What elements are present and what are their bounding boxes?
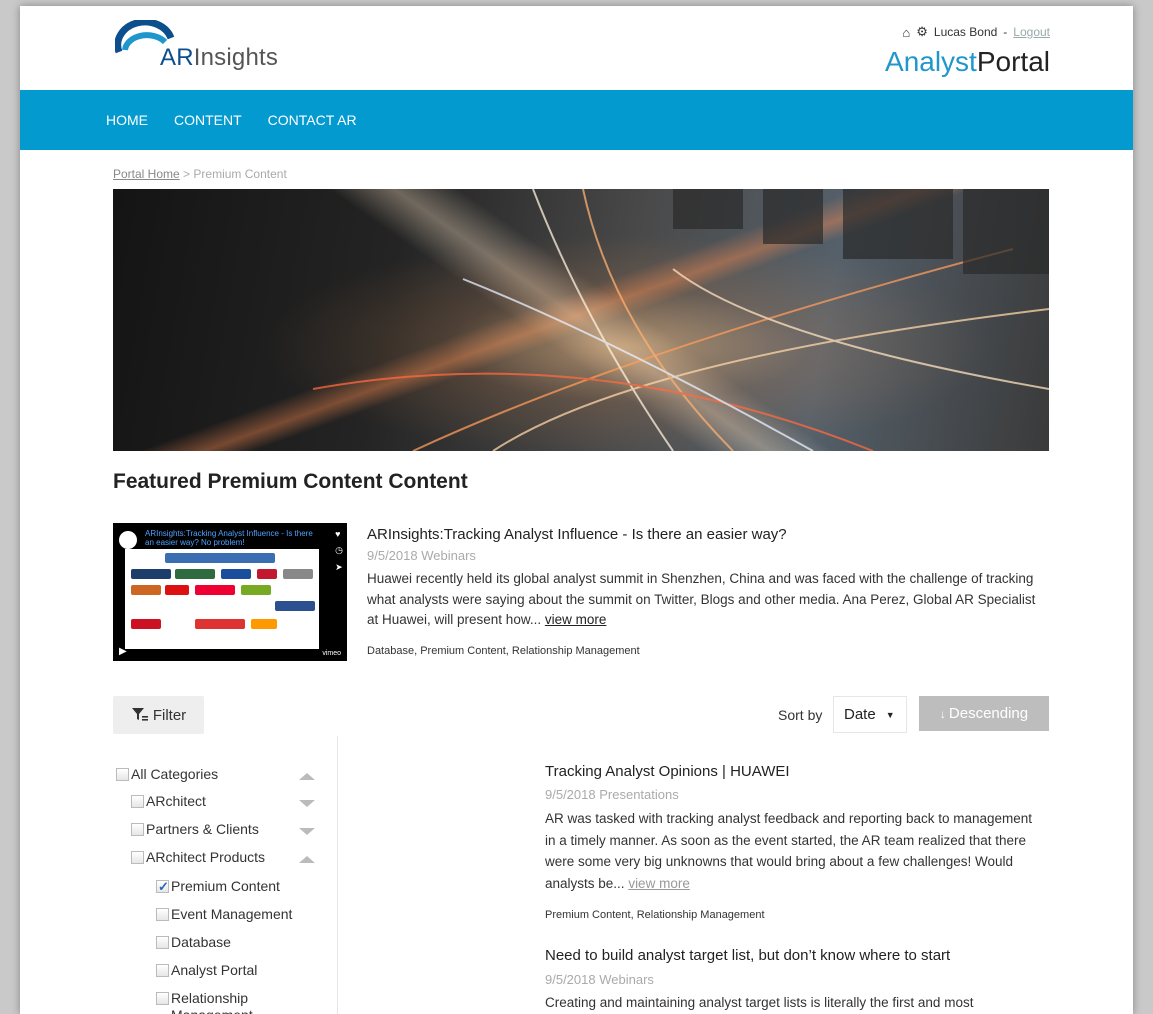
category-label: Database <box>171 934 231 950</box>
video-title[interactable]: ARInsights:Tracking Analyst Influence - … <box>145 529 315 547</box>
category-checkbox[interactable] <box>116 768 129 781</box>
collapse-icon[interactable] <box>299 856 315 863</box>
category-checkbox-checked[interactable] <box>156 878 169 895</box>
category-relationship-management[interactable]: Relationship Management <box>156 990 296 1014</box>
breadcrumb-current: Premium Content <box>193 167 287 181</box>
content-item-title[interactable]: Need to build analyst target list, but d… <box>545 947 950 964</box>
filter-icon <box>131 708 148 721</box>
content-item-description: AR was tasked with tracking analyst feed… <box>545 808 1045 894</box>
category-sidebar: All Categories ARchitect Partners & Clie… <box>113 736 338 1014</box>
category-partners-clients[interactable]: Partners & Clients <box>131 821 259 838</box>
portal-title-analyst: Analyst <box>885 46 977 77</box>
category-checkbox[interactable] <box>156 992 169 1005</box>
portal-title-portal: Portal <box>976 46 1050 77</box>
category-label: Partners & Clients <box>146 821 259 837</box>
user-name: Lucas Bond <box>933 25 998 39</box>
main-nav: HOME CONTENT CONTACT AR <box>20 90 1133 150</box>
breadcrumb: Portal Home > Premium Content <box>113 167 287 181</box>
caret-down-icon: ▼ <box>885 709 895 720</box>
heart-icon[interactable]: ♥ <box>335 529 343 539</box>
sort-by-label: Sort by <box>778 707 823 723</box>
content-item-meta: 9/5/2018 Webinars <box>545 972 654 987</box>
sort-select-value: Date <box>844 706 876 723</box>
collapse-icon[interactable] <box>299 773 315 780</box>
featured-item-title[interactable]: ARInsights:Tracking Analyst Influence - … <box>367 526 787 543</box>
content-item-meta: 9/5/2018 Presentations <box>545 787 679 802</box>
descending-label: Descending <box>948 705 1029 722</box>
category-checkbox[interactable] <box>156 964 169 977</box>
filter-label: Filter <box>152 706 187 724</box>
arrow-down-icon: ↓ <box>939 706 946 721</box>
video-preview-logos <box>125 549 319 649</box>
content-item-view-more-link[interactable]: view more <box>628 876 690 891</box>
category-label: Premium Content <box>171 878 280 894</box>
hero-banner-image <box>113 189 1049 451</box>
content-item-title[interactable]: Tracking Analyst Opinions | HUAWEI <box>545 763 790 780</box>
featured-item-date: 9/5/2018 <box>367 548 418 563</box>
logo-text-ar: AR <box>160 44 194 71</box>
video-side-controls: ♥ ◷ ➤ <box>335 529 343 573</box>
user-separator: - <box>1003 25 1008 39</box>
descending-button[interactable]: ↓ Descending <box>919 696 1049 731</box>
featured-item-description: Huawei recently held its global analyst … <box>367 569 1047 631</box>
logo-text: ARInsights <box>160 44 278 72</box>
sort-select[interactable]: Date ▼ <box>833 696 907 733</box>
category-label: ARchitect <box>146 793 206 809</box>
content-item-tags: Premium Content, Relationship Management <box>545 909 765 921</box>
user-bar: ⌂ ⚙ Lucas Bond - Logout <box>902 24 1050 40</box>
content-item-date: 9/5/2018 <box>545 972 596 987</box>
nav-content[interactable]: CONTENT <box>174 112 242 128</box>
expand-icon[interactable] <box>299 828 315 835</box>
send-icon[interactable]: ➤ <box>335 562 343 573</box>
portal-title: AnalystPortal <box>885 46 1050 78</box>
page: ARInsights ⌂ ⚙ Lucas Bond - Logout Analy… <box>20 6 1133 1014</box>
content-item-description-text: AR was tasked with tracking analyst feed… <box>545 811 1033 891</box>
filter-button[interactable]: Filter <box>113 696 204 734</box>
expand-icon[interactable] <box>299 800 315 807</box>
featured-view-more-link[interactable]: view more <box>545 612 607 627</box>
category-label: All Categories <box>131 766 219 782</box>
featured-video-thumbnail[interactable]: ARInsights:Tracking Analyst Influence - … <box>113 523 347 661</box>
category-label: Relationship Management <box>171 990 253 1014</box>
vimeo-brand: vimeo <box>322 650 341 657</box>
category-label: Event Management <box>171 906 293 922</box>
content-item-description: Creating and maintaining analyst target … <box>545 995 974 1010</box>
category-analyst-portal[interactable]: Analyst Portal <box>156 962 257 979</box>
category-all[interactable]: All Categories <box>116 766 218 783</box>
featured-item-description-text: Huawei recently held its global analyst … <box>367 571 1036 627</box>
arinsights-logo[interactable]: ARInsights <box>115 20 295 76</box>
video-channel-avatar <box>119 531 137 549</box>
category-premium-content[interactable]: Premium Content <box>156 878 280 895</box>
content-item-type: Presentations <box>599 787 679 802</box>
category-label: Analyst Portal <box>171 962 258 978</box>
logo-text-rest: Insights <box>193 44 279 71</box>
category-checkbox[interactable] <box>156 936 169 949</box>
featured-item-meta: 9/5/2018 Webinars <box>367 548 476 563</box>
featured-heading: Featured Premium Content Content <box>113 470 468 493</box>
content-item-date: 9/5/2018 <box>545 787 596 802</box>
play-icon[interactable]: ▶ <box>119 646 127 657</box>
logout-link[interactable]: Logout <box>1013 25 1050 39</box>
category-architect-products[interactable]: ARchitect Products <box>131 849 265 866</box>
nav-contact-ar[interactable]: CONTACT AR <box>268 112 357 128</box>
gear-icon[interactable]: ⚙ <box>916 24 928 40</box>
featured-item-tags: Database, Premium Content, Relationship … <box>367 645 640 657</box>
content-item-type: Webinars <box>599 972 654 987</box>
category-label: ARchitect Products <box>146 849 266 865</box>
header: ARInsights ⌂ ⚙ Lucas Bond - Logout Analy… <box>20 6 1133 90</box>
home-icon[interactable]: ⌂ <box>902 25 910 40</box>
clock-icon[interactable]: ◷ <box>335 545 343 556</box>
breadcrumb-home-link[interactable]: Portal Home <box>113 167 180 181</box>
category-event-management[interactable]: Event Management <box>156 906 292 923</box>
category-checkbox[interactable] <box>131 823 144 836</box>
category-checkbox[interactable] <box>156 908 169 921</box>
category-architect[interactable]: ARchitect <box>131 793 206 810</box>
category-checkbox[interactable] <box>131 851 144 864</box>
category-database[interactable]: Database <box>156 934 231 951</box>
featured-item-type: Webinars <box>421 548 476 563</box>
nav-home[interactable]: HOME <box>106 112 148 128</box>
breadcrumb-separator: > <box>183 167 191 181</box>
category-checkbox[interactable] <box>131 795 144 808</box>
